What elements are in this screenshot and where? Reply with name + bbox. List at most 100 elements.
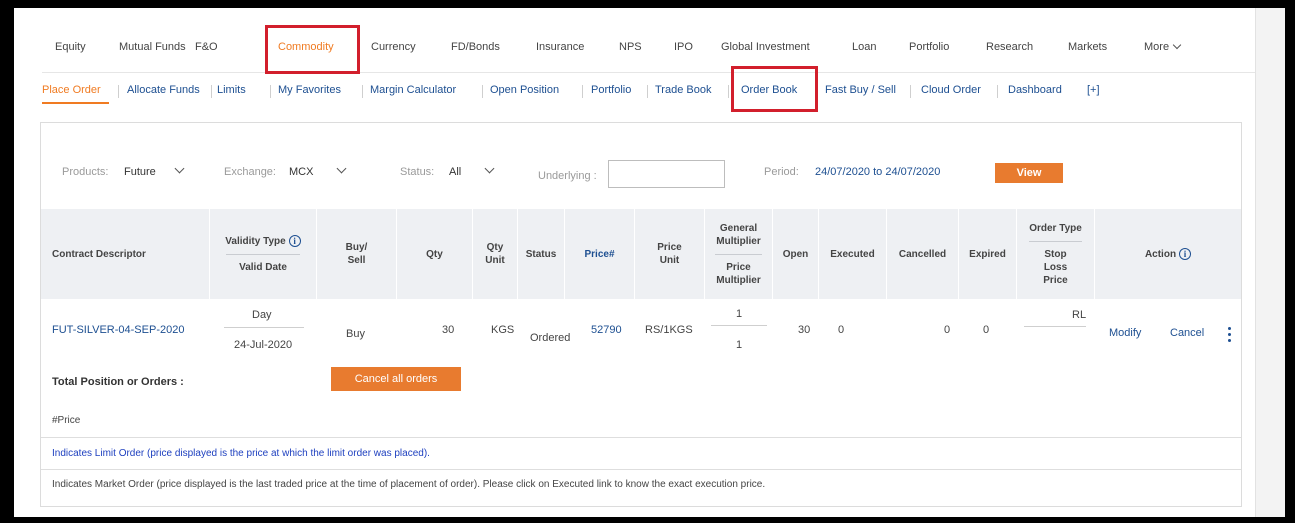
header-price-label[interactable]: Price# bbox=[584, 248, 614, 261]
exchange-value[interactable]: MCX bbox=[289, 166, 313, 178]
sub-nav-separator bbox=[362, 85, 363, 98]
sub-nav-separator bbox=[270, 85, 271, 98]
header-executed: Executed bbox=[819, 209, 887, 299]
sub-nav-cloud-order[interactable]: Cloud Order bbox=[921, 84, 981, 96]
sub-nav-separator bbox=[482, 85, 483, 98]
sub-nav-my-favorites[interactable]: My Favorites bbox=[278, 84, 341, 96]
header-open: Open bbox=[773, 209, 819, 299]
qty-unit-cell: KGS bbox=[491, 324, 515, 336]
price-cell[interactable]: 52790 bbox=[591, 324, 622, 336]
header-price-unit: Price Unit bbox=[635, 209, 705, 299]
cell-divider bbox=[1024, 326, 1086, 327]
price-footnote-label: #Price bbox=[52, 415, 81, 426]
status-chevron-down-icon[interactable] bbox=[484, 163, 495, 174]
sub-nav-dashboard[interactable]: Dashboard bbox=[1008, 84, 1062, 96]
sub-nav-portfolio[interactable]: Portfolio bbox=[591, 84, 631, 96]
more-vertical-icon[interactable] bbox=[1228, 327, 1232, 343]
header-executed-label: Executed bbox=[830, 248, 875, 260]
sub-nav-separator bbox=[582, 85, 583, 98]
sub-nav-add-button[interactable]: [+] bbox=[1087, 84, 1100, 96]
sub-nav-open-position[interactable]: Open Position bbox=[490, 84, 559, 96]
header-order-type: Order Type Stop Loss Price bbox=[1017, 209, 1095, 299]
sub-nav-separator bbox=[997, 85, 998, 98]
commodity-highlight-box bbox=[265, 25, 360, 74]
header-action: Action i bbox=[1095, 209, 1241, 299]
sub-nav-fast-buy-sell[interactable]: Fast Buy / Sell bbox=[825, 84, 896, 96]
chevron-down-icon bbox=[1172, 40, 1182, 50]
header-expired-label: Expired bbox=[969, 248, 1006, 260]
header-divider bbox=[225, 253, 301, 255]
period-value[interactable]: 24/07/2020 to 24/07/2020 bbox=[815, 166, 940, 178]
scrollbar[interactable] bbox=[1255, 8, 1285, 517]
modify-link[interactable]: Modify bbox=[1109, 327, 1141, 339]
sub-nav-trade-book[interactable]: Trade Book bbox=[655, 84, 711, 96]
header-general-multiplier: General Multiplier bbox=[716, 222, 761, 247]
products-label: Products: bbox=[62, 166, 109, 178]
top-nav-mutual-funds[interactable]: Mutual Funds bbox=[119, 41, 186, 53]
contract-link[interactable]: FUT-SILVER-04-SEP-2020 bbox=[52, 324, 184, 336]
header-buy-sell-label: Buy/ Sell bbox=[345, 242, 368, 266]
cancel-all-orders-button[interactable]: Cancel all orders bbox=[331, 367, 461, 391]
header-qty: Qty bbox=[397, 209, 473, 299]
header-contract-label: Contract Descriptor bbox=[52, 248, 146, 260]
header-validity: Validity Type i Valid Date bbox=[210, 209, 317, 299]
top-nav: Equity Mutual Funds F&O Commodity Curren… bbox=[14, 8, 1257, 74]
sub-nav-margin-calculator[interactable]: Margin Calculator bbox=[370, 84, 456, 96]
top-nav-loan[interactable]: Loan bbox=[852, 41, 876, 53]
products-value[interactable]: Future bbox=[124, 166, 156, 178]
sub-nav-limits[interactable]: Limits bbox=[217, 84, 246, 96]
cell-divider bbox=[224, 327, 304, 328]
header-cancelled: Cancelled bbox=[887, 209, 959, 299]
sub-nav-separator bbox=[647, 85, 648, 98]
browser-page: Equity Mutual Funds F&O Commodity Curren… bbox=[14, 8, 1285, 517]
header-valid-date: Valid Date bbox=[239, 261, 287, 273]
top-nav-nps[interactable]: NPS bbox=[619, 41, 642, 53]
valid-date-cell: 24-Jul-2020 bbox=[234, 339, 293, 351]
header-divider bbox=[1028, 240, 1083, 242]
header-cancelled-label: Cancelled bbox=[898, 248, 947, 260]
top-nav-portfolio[interactable]: Portfolio bbox=[909, 41, 949, 53]
top-nav-currency[interactable]: Currency bbox=[371, 41, 416, 53]
sub-nav-allocate-funds[interactable]: Allocate Funds bbox=[127, 84, 200, 96]
order-book-highlight-box bbox=[731, 66, 818, 112]
header-order-type-label: Order Type bbox=[1029, 222, 1082, 234]
header-status-label: Status bbox=[525, 248, 557, 260]
top-nav-insurance[interactable]: Insurance bbox=[536, 41, 584, 53]
cancelled-cell: 0 bbox=[944, 324, 951, 336]
underlying-input[interactable] bbox=[608, 160, 725, 188]
header-validity-type: Validity Type i bbox=[225, 235, 301, 248]
status-label: Status: bbox=[400, 166, 435, 178]
view-button[interactable]: View bbox=[995, 163, 1063, 183]
products-chevron-down-icon[interactable] bbox=[174, 163, 185, 174]
table-row: FUT-SILVER-04-SEP-2020 Day 24-Jul-2020 B… bbox=[41, 299, 1241, 363]
header-qty-unit: Qty Unit bbox=[473, 209, 518, 299]
sub-nav-place-order[interactable]: Place Order bbox=[42, 84, 101, 96]
top-nav-global-investment[interactable]: Global Investment bbox=[721, 41, 810, 53]
top-nav-more[interactable]: More bbox=[1144, 40, 1182, 53]
top-nav-markets[interactable]: Markets bbox=[1068, 41, 1107, 53]
table-header: Contract Descriptor Validity Type i Valid… bbox=[41, 209, 1241, 299]
top-nav-research[interactable]: Research bbox=[986, 41, 1033, 53]
cell-divider bbox=[711, 325, 767, 326]
sub-nav-separator bbox=[910, 85, 911, 98]
top-nav-fno[interactable]: F&O bbox=[195, 41, 218, 53]
executed-cell[interactable]: 0 bbox=[838, 324, 844, 336]
header-buy-sell: Buy/ Sell bbox=[317, 209, 397, 299]
top-nav-ipo[interactable]: IPO bbox=[674, 41, 693, 53]
cancel-link[interactable]: Cancel bbox=[1170, 327, 1204, 339]
price-multiplier-cell: 1 bbox=[736, 339, 743, 351]
order-book-panel: Products: Future Exchange: MCX Status: A… bbox=[40, 122, 1242, 507]
exchange-chevron-down-icon[interactable] bbox=[336, 163, 347, 174]
header-price-multiplier: Price Multiplier bbox=[716, 261, 761, 286]
active-tab-underline bbox=[42, 102, 109, 104]
info-icon[interactable]: i bbox=[1179, 248, 1192, 260]
status-value[interactable]: All bbox=[449, 166, 461, 178]
top-nav-equity[interactable]: Equity bbox=[55, 41, 86, 53]
general-multiplier-cell: 1 bbox=[736, 308, 743, 320]
buy-sell-cell: Buy bbox=[346, 328, 365, 340]
expired-cell: 0 bbox=[983, 324, 990, 336]
top-nav-fd-bonds[interactable]: FD/Bonds bbox=[451, 41, 500, 53]
market-order-note: Indicates Market Order (price displayed … bbox=[52, 479, 766, 490]
header-divider bbox=[715, 253, 762, 255]
info-icon[interactable]: i bbox=[288, 235, 301, 247]
